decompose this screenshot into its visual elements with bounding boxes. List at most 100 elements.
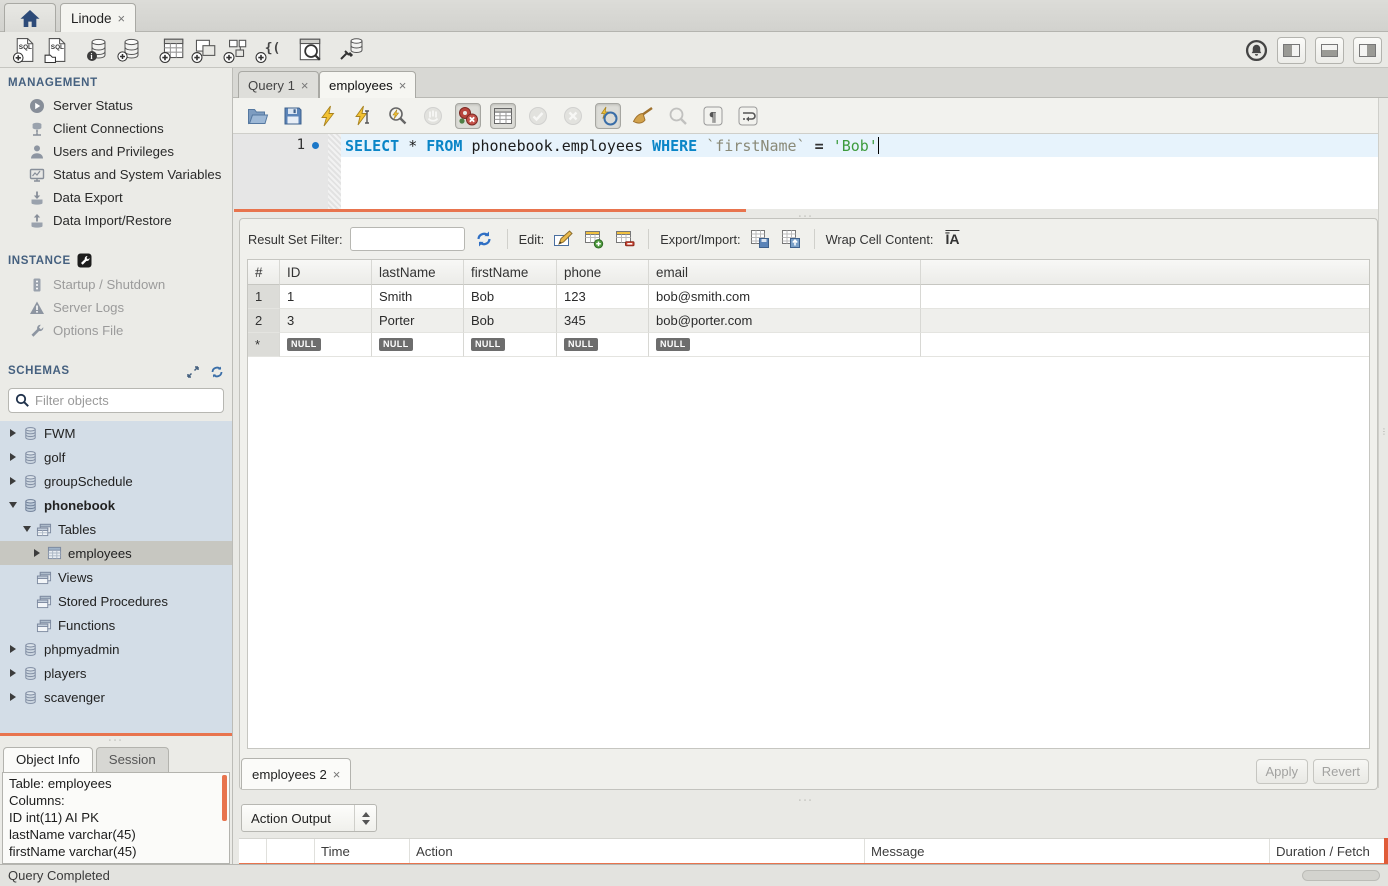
row-number-cell[interactable]: 2 [248,309,280,333]
open-file-button[interactable] [245,103,271,129]
output-col-time[interactable]: Time [315,839,410,863]
sidebar-item-server-status[interactable]: Server Status [0,94,232,117]
cell-email[interactable]: bob@porter.com [649,309,921,333]
cell-email[interactable]: bob@smith.com [649,285,921,309]
inspect-database-button[interactable]: i [82,35,114,65]
close-icon[interactable]: × [333,767,341,782]
save-button[interactable] [280,103,306,129]
grid-header-firstname[interactable]: firstName [464,260,557,285]
find-button[interactable] [665,103,691,129]
toggle-bottom-panel-button[interactable] [1315,37,1344,64]
limit-rows-button[interactable] [490,103,516,129]
output-selector[interactable]: Action Output [241,804,377,832]
tree-item-views[interactable]: Views [0,565,232,589]
refresh-schemas-icon[interactable] [210,365,224,379]
sidebar-item-data-import[interactable]: Data Import/Restore [0,209,232,232]
schema-filter[interactable] [8,388,224,413]
explain-plan-button[interactable] [385,103,411,129]
stop-query-button[interactable] [420,103,446,129]
grid-header-phone[interactable]: phone [557,260,649,285]
result-filter-input[interactable] [350,227,465,251]
tab-query-1[interactable]: Query 1 × [238,71,319,98]
grid-header-email[interactable]: email [649,260,921,285]
right-panel-collapsed-strip[interactable]: ⋮ [1378,98,1388,788]
sidebar-item-client-connections[interactable]: Client Connections [0,117,232,140]
sidebar-item-users-privileges[interactable]: Users and Privileges [0,140,232,163]
close-icon[interactable]: × [118,11,126,26]
schema-filter-input[interactable] [35,393,217,408]
sidebar-item-options-file[interactable]: Options File [0,319,232,342]
cell-id[interactable]: 3 [280,309,372,333]
object-info-scrollbar[interactable] [222,775,227,821]
toggle-right-sidebar-button[interactable] [1353,37,1382,64]
cell-phone[interactable]: 123 [557,285,649,309]
apply-button[interactable]: Apply [1256,759,1308,784]
expand-arrow-icon[interactable] [6,645,19,653]
cell-id[interactable]: 1 [280,285,372,309]
cell-firstname[interactable]: Bob [464,309,557,333]
output-col-index[interactable] [267,839,315,863]
cell-lastname[interactable]: Porter [372,309,464,333]
tree-item-functions[interactable]: Functions [0,613,232,637]
open-sql-script-button[interactable]: SQL [40,35,72,65]
sql-code-line[interactable]: SELECT * FROM phonebook.employees WHERE … [341,134,1378,157]
grid-header-id[interactable]: ID [280,260,372,285]
expand-arrow-icon[interactable] [6,477,19,485]
expand-arrow-icon[interactable] [6,429,19,437]
close-icon[interactable]: × [301,78,309,93]
tab-employees[interactable]: employees × [319,71,416,98]
close-icon[interactable]: × [399,78,407,93]
output-col-status[interactable] [239,839,267,863]
sidebar-item-status-system-variables[interactable]: Status and System Variables [0,163,232,186]
revert-button[interactable]: Revert [1313,759,1369,784]
schema-item-players[interactable]: players [0,661,232,685]
output-vertical-scrollbar[interactable] [1384,838,1388,866]
sidebar-item-startup-shutdown[interactable]: Startup / Shutdown [0,273,232,296]
rollback-button[interactable] [560,103,586,129]
horizontal-scrollbar-thumb[interactable] [1302,870,1380,881]
tree-item-employees[interactable]: employees [0,541,232,565]
reconnect-database-button[interactable] [336,35,368,65]
expand-arrow-icon[interactable] [6,669,19,677]
commit-button[interactable] [525,103,551,129]
new-query-tab-button[interactable]: SQL [8,35,40,65]
collapse-arrow-icon[interactable] [20,526,33,532]
cell-firstname[interactable]: Bob [464,285,557,309]
grid-header-lastname[interactable]: lastName [372,260,464,285]
toggle-left-sidebar-button[interactable] [1277,37,1306,64]
beautify-sql-button[interactable] [630,103,656,129]
sql-editor[interactable]: 1 SELECT * FROM phonebook.employees WHER… [233,134,1378,209]
wrap-cell-content-icon[interactable]: ĪA [940,228,964,250]
create-procedure-button[interactable] [220,35,252,65]
create-function-button[interactable]: {()} [252,35,284,65]
schema-item-phonebook[interactable]: phonebook [0,493,232,517]
show-invisibles-button[interactable]: ¶ [700,103,726,129]
tree-item-tables[interactable]: Tables [0,517,232,541]
tree-item-stored-procedures[interactable]: Stored Procedures [0,589,232,613]
home-tab[interactable] [4,3,56,32]
schema-item-scavenger[interactable]: scavenger [0,685,232,709]
tab-session[interactable]: Session [96,747,169,772]
edit-cell-icon[interactable] [551,228,575,250]
schema-item-golf[interactable]: golf [0,445,232,469]
output-selector-spinner-icon[interactable] [354,805,376,831]
row-number-cell[interactable]: * [248,333,280,357]
output-col-duration[interactable]: Duration / Fetch [1270,839,1384,863]
schema-item-groupschedule[interactable]: groupSchedule [0,469,232,493]
toggle-stop-on-error-button[interactable] [455,103,481,129]
create-schema-button[interactable] [114,35,146,65]
sidebar-item-server-logs[interactable]: Server Logs [0,296,232,319]
toggle-word-wrap-button[interactable] [735,103,761,129]
toggle-autocommit-button[interactable] [595,103,621,129]
expand-arrow-icon[interactable] [6,693,19,701]
search-table-data-button[interactable] [294,35,326,65]
create-table-button[interactable] [156,35,188,65]
import-recordset-icon[interactable] [779,228,803,250]
sidebar-splitter-handle[interactable] [0,736,232,745]
row-number-cell[interactable]: 1 [248,285,280,309]
tab-object-info[interactable]: Object Info [3,747,93,772]
result-tab-employees-2[interactable]: employees 2 × [241,758,351,789]
output-col-message[interactable]: Message [865,839,1270,863]
execute-current-statement-button[interactable] [350,103,376,129]
output-col-action[interactable]: Action [410,839,865,863]
